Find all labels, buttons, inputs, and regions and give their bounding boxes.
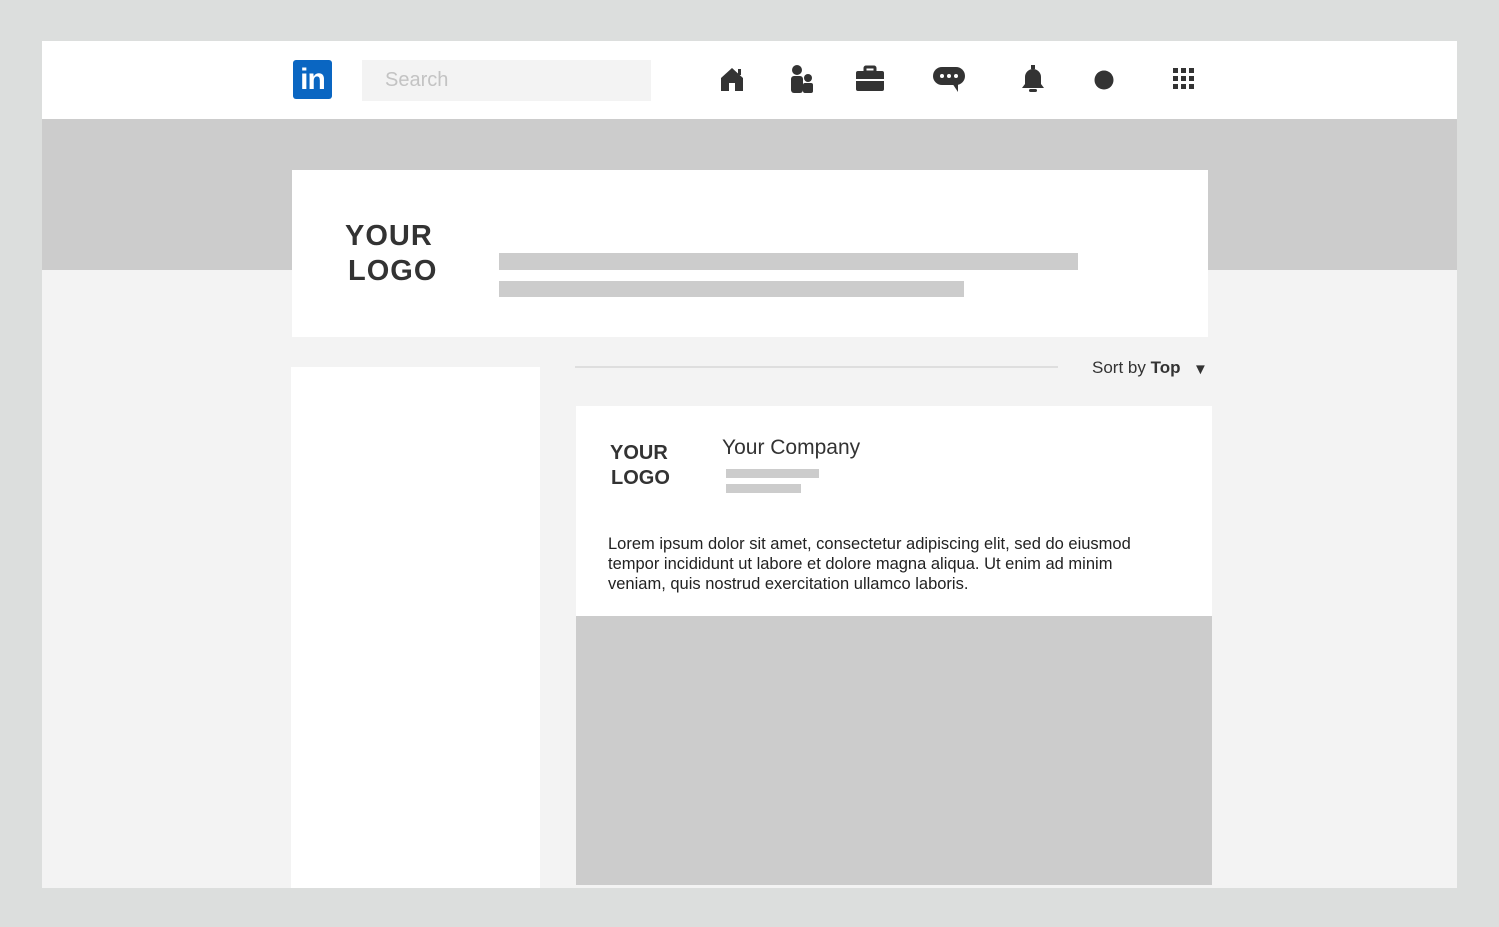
- post-meta-placeholder-bar: [726, 484, 801, 493]
- linkedin-logo[interactable]: in: [293, 60, 332, 99]
- top-nav-bar: in Search: [42, 41, 1457, 119]
- left-sidebar-panel: [291, 367, 540, 888]
- post-body-text: Lorem ipsum dolor sit amet, consectetur …: [608, 535, 1131, 593]
- post-company-name[interactable]: Your Company: [722, 436, 860, 460]
- feed-divider: [575, 366, 1058, 368]
- profile-icon[interactable]: [1093, 63, 1115, 95]
- logo-line-1: YOUR: [345, 220, 433, 252]
- logo-line-2: LOGO: [348, 255, 438, 287]
- sort-label: Sort by: [1092, 358, 1146, 377]
- home-icon[interactable]: [719, 63, 745, 93]
- post-meta-placeholder-bar: [726, 469, 819, 478]
- search-input[interactable]: Search: [362, 60, 651, 101]
- sort-value: Top: [1150, 358, 1181, 377]
- post-logo-placeholder: YOUR LOGO: [610, 441, 690, 491]
- post-media-placeholder[interactable]: [576, 616, 1212, 885]
- company-logo-placeholder: YOUR LOGO: [345, 219, 465, 289]
- header-text-placeholder-bar: [499, 281, 964, 297]
- apps-grid-icon[interactable]: [1171, 63, 1197, 95]
- logo-line-1: YOUR: [610, 442, 668, 464]
- logo-line-2: LOGO: [611, 467, 670, 489]
- feed-post-card: YOUR LOGO Your Company Lorem ipsum dolor…: [576, 406, 1212, 616]
- jobs-icon[interactable]: [855, 63, 885, 93]
- notifications-icon[interactable]: [1020, 63, 1046, 95]
- chevron-down-icon[interactable]: ▼: [1193, 361, 1208, 379]
- messaging-icon[interactable]: [932, 63, 966, 93]
- my-network-icon[interactable]: [788, 63, 816, 95]
- company-header-card: YOUR LOGO: [292, 170, 1208, 337]
- header-text-placeholder-bar: [499, 253, 1078, 270]
- app-window: in Search YOUR LOGO Sort by Top ▼ YOUR L…: [42, 41, 1457, 888]
